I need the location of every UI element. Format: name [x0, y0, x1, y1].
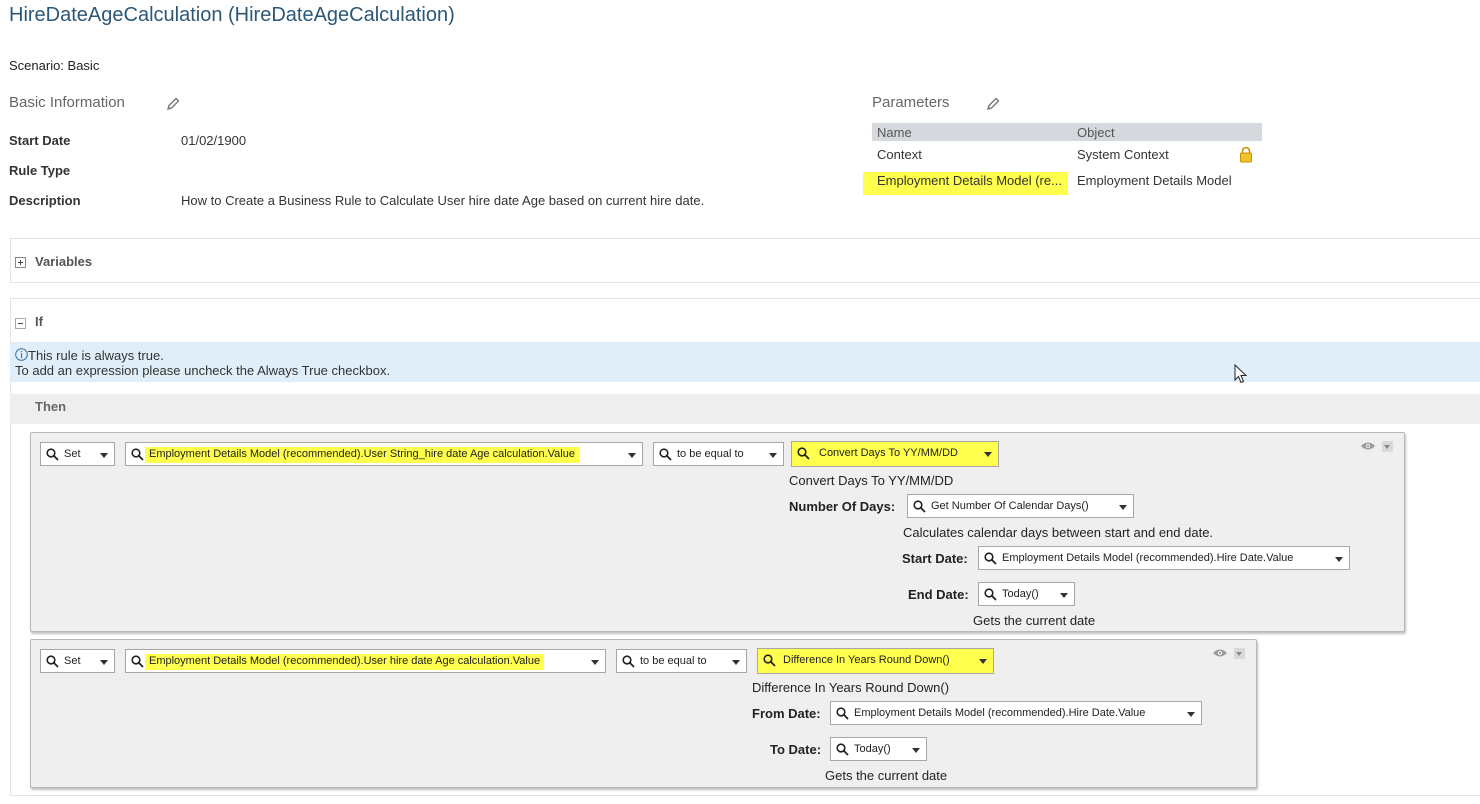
start-date-value: 01/02/1900 — [181, 133, 247, 148]
end-date-param-value: Today() — [1002, 588, 1039, 600]
column-header-object: Object — [1077, 125, 1115, 140]
action-value: Set — [64, 448, 81, 460]
rule-menu-caret-icon[interactable] — [1234, 648, 1245, 659]
target-field-value: Employment Details Model (recommended).U… — [145, 654, 545, 670]
description-value: How to Create a Business Rule to Calcula… — [181, 193, 705, 208]
search-icon — [131, 448, 144, 461]
dropdown-caret-icon — [732, 660, 740, 665]
rule-type-label: Rule Type — [9, 163, 71, 178]
search-icon — [46, 655, 59, 668]
function-value: Difference In Years Round Down() — [783, 654, 950, 666]
rule-menu-caret-icon[interactable] — [1382, 441, 1393, 452]
dropdown-caret-icon — [1119, 505, 1127, 510]
collapse-icon[interactable] — [15, 318, 26, 329]
number-of-days-label: Number Of Days: — [789, 499, 896, 514]
if-label: If — [35, 314, 43, 329]
number-of-days-value: Get Number Of Calendar Days() — [931, 500, 1089, 512]
dropdown-caret-icon — [100, 660, 108, 665]
lock-icon — [1240, 146, 1252, 163]
end-date-description: Gets the current date — [973, 613, 1096, 628]
start-date-param-select[interactable]: Employment Details Model (recommended).H… — [978, 546, 1350, 570]
dropdown-caret-icon — [1187, 712, 1195, 717]
info-line-1: This rule is always true. — [28, 348, 164, 363]
dropdown-caret-icon — [1060, 593, 1068, 598]
search-icon — [131, 655, 144, 668]
parameters-table-header: Name Object — [872, 123, 1262, 141]
action-select[interactable]: Set — [40, 442, 115, 466]
end-date-param-select[interactable]: Today() — [978, 582, 1075, 606]
dropdown-caret-icon — [984, 452, 992, 457]
mouse-cursor-icon — [1234, 364, 1248, 384]
to-date-value: Today() — [854, 743, 891, 755]
to-date-select[interactable]: Today() — [830, 737, 927, 761]
dropdown-caret-icon — [912, 748, 920, 753]
action-select[interactable]: Set — [40, 649, 115, 673]
basic-information-heading: Basic Information — [9, 94, 125, 111]
search-icon — [46, 448, 59, 461]
start-date-param-value: Employment Details Model (recommended).H… — [1002, 552, 1294, 564]
operator-select[interactable]: to be equal to — [616, 649, 747, 673]
function-description: Difference In Years Round Down() — [752, 680, 950, 695]
info-icon — [15, 348, 28, 361]
target-field-value: Employment Details Model (recommended).U… — [145, 447, 579, 463]
then-bar — [10, 394, 1480, 424]
eye-icon[interactable] — [1212, 648, 1228, 658]
function-value: Convert Days To YY/MM/DD — [819, 447, 958, 459]
then-label: Then — [35, 399, 67, 414]
parameter-name-cell: Employment Details Model (re... — [877, 173, 1062, 188]
from-date-value: Employment Details Model (recommended).H… — [854, 707, 1146, 719]
dropdown-caret-icon — [769, 453, 777, 458]
dropdown-caret-icon — [100, 453, 108, 458]
dropdown-caret-icon — [979, 659, 987, 664]
from-date-label: From Date: — [752, 706, 821, 721]
number-of-days-select[interactable]: Get Number Of Calendar Days() — [907, 494, 1134, 518]
number-of-days-description: Calculates calendar days between start a… — [903, 525, 1214, 540]
dropdown-caret-icon — [628, 453, 636, 458]
pencil-icon[interactable] — [165, 96, 181, 112]
variables-panel — [10, 238, 1480, 283]
column-header-name: Name — [877, 125, 912, 140]
variables-label[interactable]: Variables — [35, 254, 92, 269]
parameter-object-cell: System Context — [1077, 147, 1169, 162]
parameter-name-cell: Context — [877, 147, 922, 162]
search-icon — [659, 448, 672, 461]
action-value: Set — [64, 655, 81, 667]
operator-value: to be equal to — [677, 448, 744, 460]
search-icon — [984, 588, 997, 601]
function-select[interactable]: Convert Days To YY/MM/DD — [791, 441, 999, 467]
from-date-select[interactable]: Employment Details Model (recommended).H… — [830, 701, 1202, 725]
search-icon — [763, 654, 776, 667]
search-icon — [984, 552, 997, 565]
eye-icon[interactable] — [1360, 441, 1376, 451]
dropdown-caret-icon — [591, 660, 599, 665]
page-title: HireDateAgeCalculation (HireDateAgeCalcu… — [9, 4, 455, 26]
end-date-param-label: End Date: — [908, 587, 969, 602]
expand-icon[interactable] — [15, 257, 26, 268]
start-date-label: Start Date — [9, 133, 71, 148]
scenario-label: Scenario: Basic — [9, 58, 100, 73]
dropdown-caret-icon — [1335, 557, 1343, 562]
parameter-object-cell: Employment Details Model — [1077, 173, 1232, 188]
pencil-icon[interactable] — [985, 96, 1001, 112]
target-field-select[interactable]: Employment Details Model (recommended).U… — [125, 442, 643, 466]
info-line-2: To add an expression please uncheck the … — [15, 363, 391, 378]
function-description: Convert Days To YY/MM/DD — [789, 473, 954, 488]
operator-value: to be equal to — [640, 655, 707, 667]
search-icon — [836, 743, 849, 756]
search-icon — [836, 707, 849, 720]
target-field-select[interactable]: Employment Details Model (recommended).U… — [125, 649, 606, 673]
start-date-param-label: Start Date: — [902, 551, 968, 566]
description-label: Description — [9, 193, 81, 208]
operator-select[interactable]: to be equal to — [653, 442, 784, 466]
parameters-table: Name Object — [872, 123, 1262, 141]
to-date-label: To Date: — [770, 742, 822, 757]
search-icon — [913, 500, 926, 513]
search-icon — [622, 655, 635, 668]
function-select[interactable]: Difference In Years Round Down() — [757, 648, 994, 674]
parameters-heading: Parameters — [872, 94, 950, 111]
search-icon — [797, 447, 810, 460]
to-date-description: Gets the current date — [825, 768, 948, 783]
